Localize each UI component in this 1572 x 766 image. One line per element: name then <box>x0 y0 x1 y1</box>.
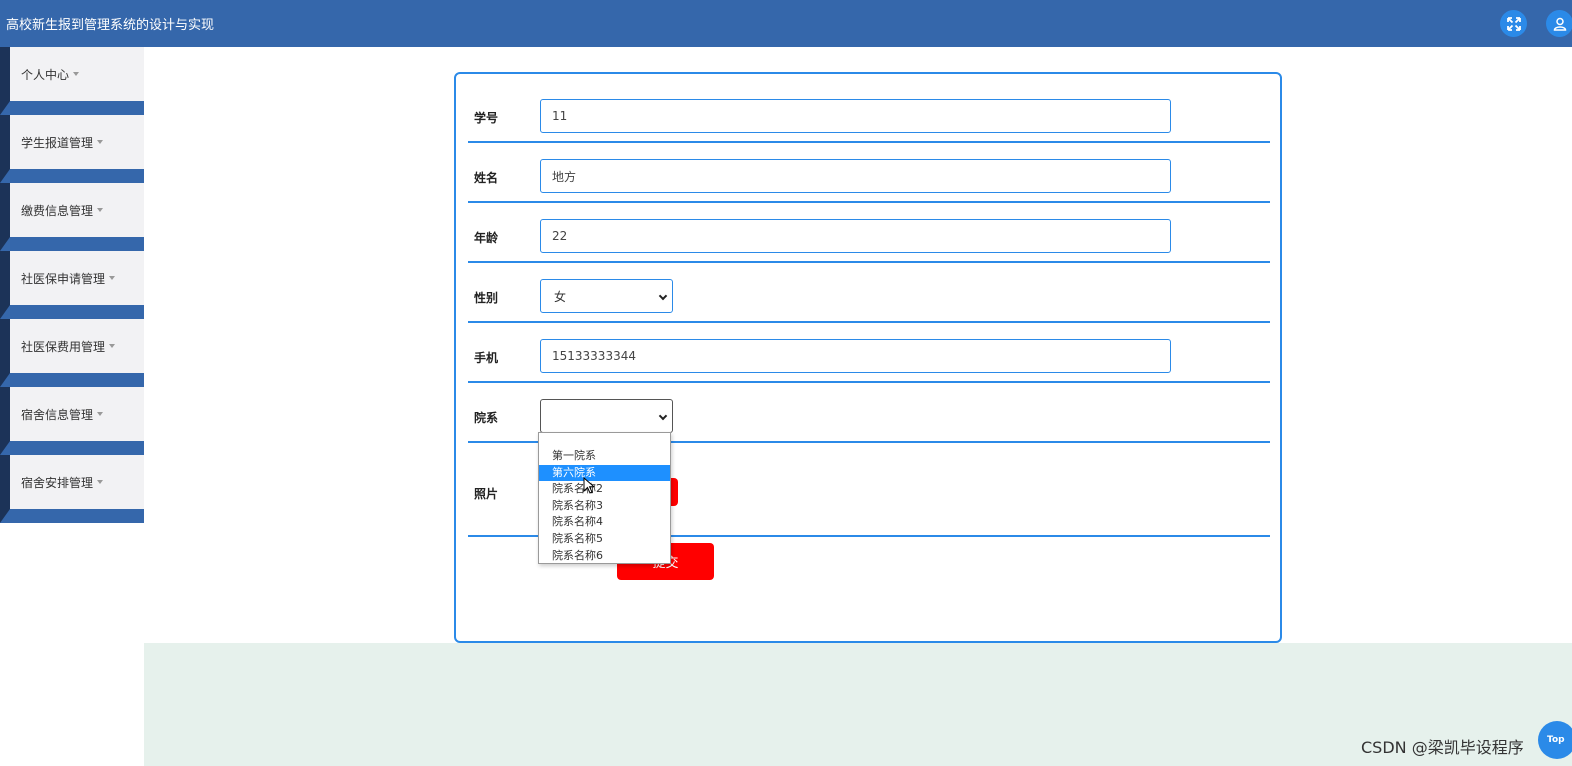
sidebar-item-insurance-application[interactable]: 社医保申请管理 <box>0 251 144 319</box>
sidebar-item-label: 宿舍信息管理 <box>21 408 94 422</box>
age-input[interactable]: 22 <box>540 219 1171 253</box>
form-row-name: 姓名 地方 <box>468 143 1270 203</box>
sidebar-item-dorm-info[interactable]: 宿舍信息管理 <box>0 387 144 455</box>
dropdown-option[interactable]: 院系名称4 <box>539 514 670 531</box>
department-select[interactable] <box>540 399 673 433</box>
gender-value: 女 <box>554 289 567 304</box>
sidebar-item-payment-info[interactable]: 缴费信息管理 <box>0 183 144 251</box>
sidebar-item-label: 学生报道管理 <box>21 136 94 150</box>
user-button[interactable] <box>1546 10 1572 37</box>
form-row-gender: 性别 女 <box>468 263 1270 323</box>
chevron-down-icon <box>658 291 668 301</box>
form-row-phone: 手机 15133333344 <box>468 323 1270 383</box>
caret-down-icon <box>97 411 104 416</box>
sidebar-item-student-report[interactable]: 学生报道管理 <box>0 115 144 183</box>
dropdown-option[interactable]: 院系名称3 <box>539 498 670 515</box>
caret-down-icon <box>73 71 80 76</box>
field-label: 年龄 <box>474 231 499 245</box>
sidebar-item-personal-center[interactable]: 个人中心 <box>0 47 144 115</box>
back-to-top-button[interactable]: Top <box>1538 721 1572 759</box>
mouse-cursor-icon <box>583 477 596 494</box>
dropdown-option[interactable]: 院系名称5 <box>539 531 670 548</box>
dropdown-option-highlighted[interactable]: 第六院系 <box>539 464 670 482</box>
field-label: 姓名 <box>474 171 499 185</box>
gender-select[interactable]: 女 <box>540 279 673 313</box>
caret-down-icon <box>109 275 116 280</box>
field-label: 学号 <box>474 111 499 125</box>
form-row-age: 年龄 22 <box>468 203 1270 263</box>
field-label: 照片 <box>474 487 499 501</box>
form-row-student-no: 学号 11 <box>468 74 1270 143</box>
sidebar-item-label: 社医保申请管理 <box>21 272 106 286</box>
sidebar-item-label: 个人中心 <box>21 68 70 82</box>
department-dropdown: 第一院系 第六院系 院系名称2 院系名称3 院系名称4 院系名称5 院系名称6 <box>538 432 671 564</box>
footer-area <box>144 643 1572 766</box>
watermark: CSDN @梁凯毕设程序 <box>1361 738 1524 757</box>
student-no-input[interactable]: 11 <box>540 99 1171 133</box>
phone-input[interactable]: 15133333344 <box>540 339 1171 373</box>
dropdown-option[interactable]: 院系名称2 <box>539 481 670 498</box>
top-bar: 高校新生报到管理系统的设计与实现 <box>0 0 1572 47</box>
sidebar: 个人中心 学生报道管理 缴费信息管理 社医保申请管理 社医保费用管理 宿舍信息管… <box>0 47 144 523</box>
fullscreen-icon <box>1506 16 1521 31</box>
field-label: 性别 <box>474 291 499 305</box>
sidebar-item-insurance-fee[interactable]: 社医保费用管理 <box>0 319 144 387</box>
dropdown-option[interactable]: 院系名称6 <box>539 548 670 565</box>
caret-down-icon <box>97 139 104 144</box>
name-input[interactable]: 地方 <box>540 159 1171 193</box>
sidebar-item-label: 社医保费用管理 <box>21 340 106 354</box>
dropdown-option[interactable]: 第一院系 <box>539 448 670 465</box>
caret-down-icon <box>109 343 116 348</box>
sidebar-item-label: 缴费信息管理 <box>21 204 94 218</box>
field-label: 院系 <box>474 411 499 425</box>
sidebar-item-dorm-arrangement[interactable]: 宿舍安排管理 <box>0 455 144 523</box>
chevron-down-icon <box>658 411 668 421</box>
sidebar-item-label: 宿舍安排管理 <box>21 476 94 490</box>
field-label: 手机 <box>474 351 499 365</box>
app-title: 高校新生报到管理系统的设计与实现 <box>6 18 215 33</box>
fullscreen-button[interactable] <box>1500 10 1527 37</box>
caret-down-icon <box>97 479 104 484</box>
caret-down-icon <box>97 207 104 212</box>
user-icon <box>1553 17 1566 31</box>
